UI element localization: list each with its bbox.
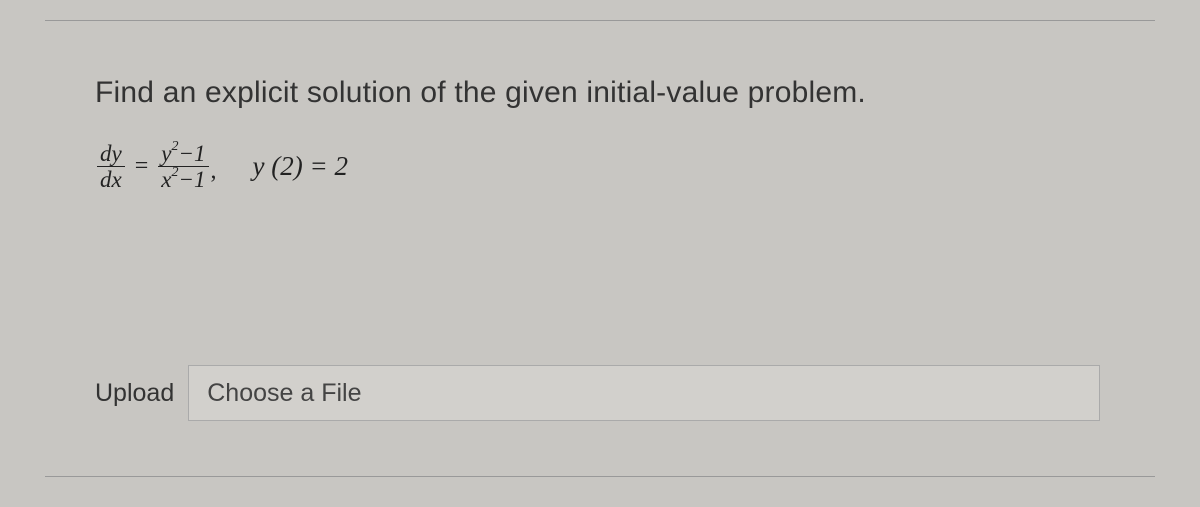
fraction-numerator: dy bbox=[97, 142, 125, 167]
file-input-placeholder: Choose a File bbox=[207, 379, 361, 408]
fraction-denominator: dx bbox=[97, 167, 125, 191]
fraction-dy-dx: dy dx bbox=[97, 142, 125, 191]
fraction-denominator-rhs: x2−1 bbox=[158, 167, 208, 191]
upload-label: Upload bbox=[95, 379, 174, 408]
question-card: Find an explicit solution of the given i… bbox=[45, 20, 1155, 477]
initial-condition: y (2) = 2 bbox=[253, 151, 348, 182]
question-prompt: Find an explicit solution of the given i… bbox=[95, 76, 1105, 110]
equation: dy dx = y2−1 x2−1 , y (2) = 2 bbox=[97, 142, 1105, 191]
equals-sign: = bbox=[135, 153, 149, 180]
fraction-rhs: y2−1 x2−1 bbox=[158, 142, 208, 191]
upload-row: Upload Choose a File bbox=[95, 365, 1100, 421]
comma: , bbox=[211, 158, 217, 191]
fraction-numerator-rhs: y2−1 bbox=[158, 142, 208, 167]
file-input[interactable]: Choose a File bbox=[188, 365, 1100, 421]
